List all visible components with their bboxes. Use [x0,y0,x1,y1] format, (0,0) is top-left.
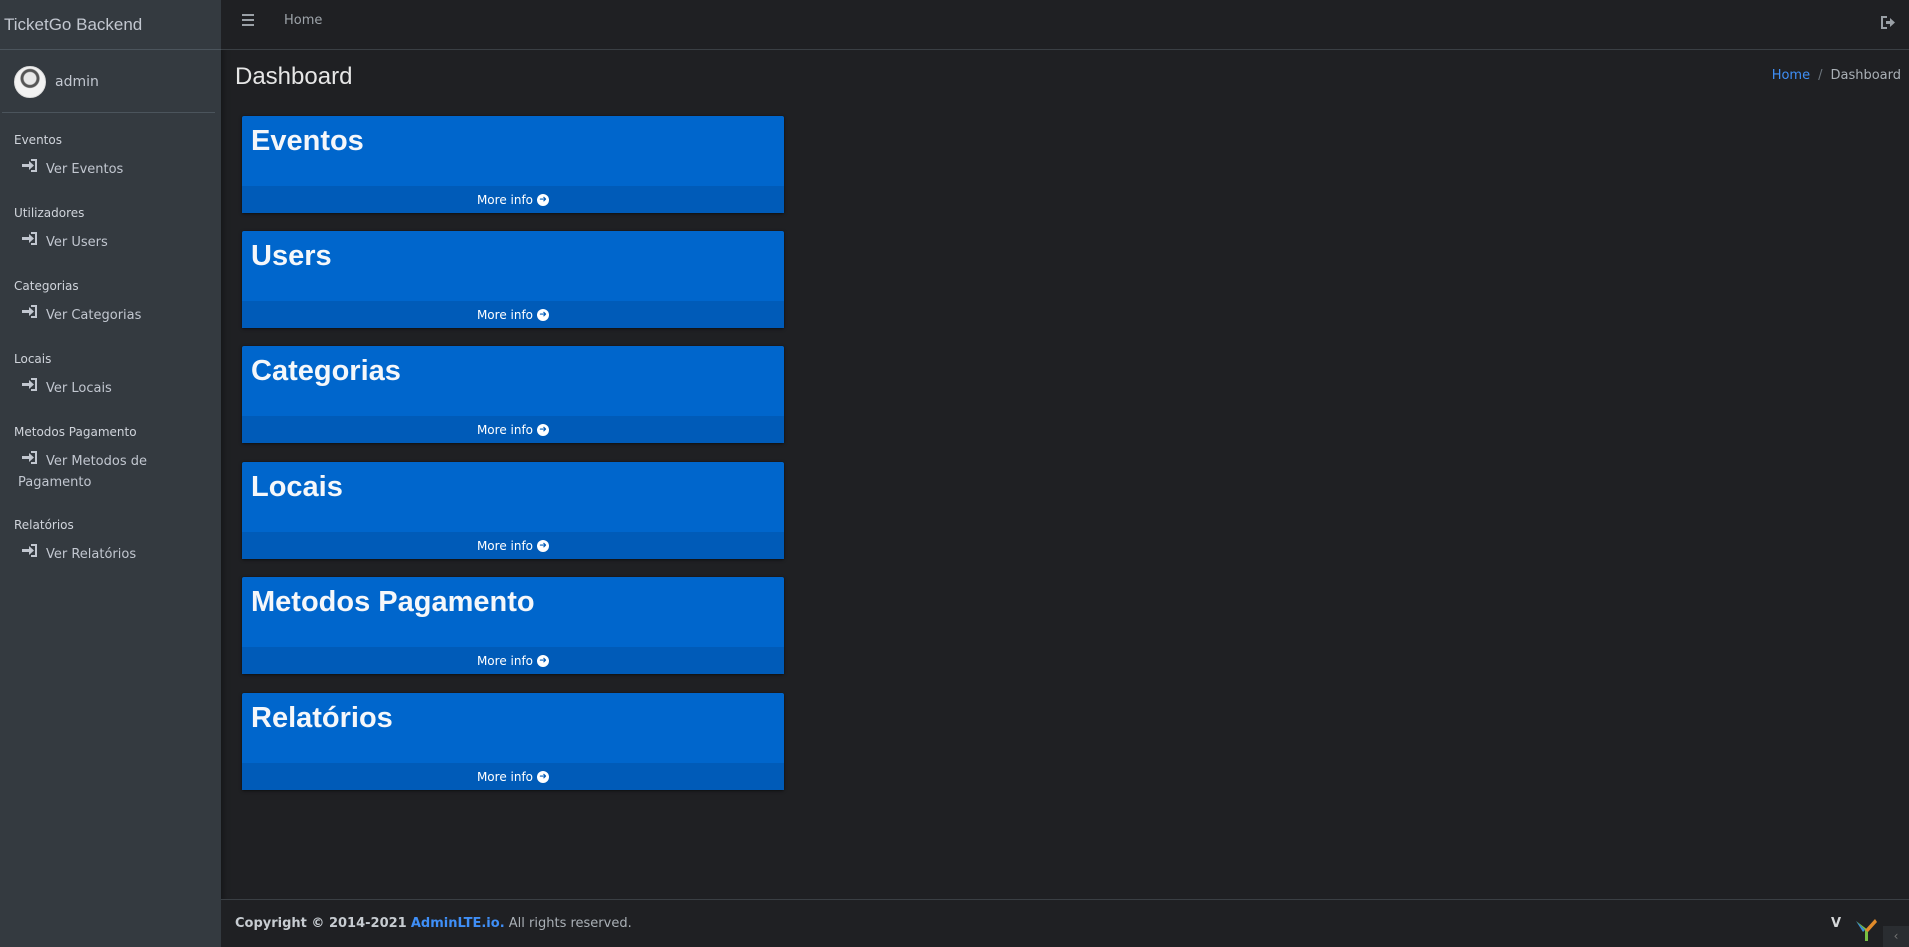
sign-out-icon[interactable] [1881,14,1895,29]
user-name: admin [55,74,99,90]
brand-title: TicketGo Backend [4,14,143,34]
chevron-left-icon[interactable]: ‹ [1883,926,1909,947]
more-info-label: More info [476,538,534,553]
more-info-link[interactable]: More info ➜ [242,301,784,328]
card-locais: Locais More info ➜ [242,462,784,559]
sidebar-item-label-cont: Pagamento [18,475,92,490]
arrow-circle-right-icon: ➜ [537,654,550,667]
more-info-link[interactable]: More info ➜ [242,532,784,559]
card-users: Users More info ➜ [242,231,784,328]
sign-in-icon [22,159,42,177]
card-relatorios: Relatórios More info ➜ [242,693,784,790]
card-categorias: Categorias More info ➜ [242,346,784,443]
nav-header-relatorios: Relatórios [14,518,74,532]
copyright: Copyright © 2014-2021 AdminLTE.io. All r… [235,916,632,931]
sign-in-icon [22,544,42,562]
top-nav-home-link[interactable]: Home [284,13,322,28]
user-panel[interactable]: admin [2,52,215,113]
card-title: Locais [251,471,343,503]
hamburger-icon[interactable] [242,14,254,26]
sidebar: TicketGo Backend admin Eventos Ver Event… [0,0,221,947]
more-info-label: More info [476,192,534,207]
yii-logo-icon[interactable] [1853,917,1879,943]
card-eventos: Eventos More info ➜ [242,116,784,213]
breadcrumb-separator: / [1818,68,1823,83]
copyright-prefix: Copyright © 2014-2021 [235,916,407,931]
page-title: Dashboard [235,63,353,90]
sidebar-item-ver-locais[interactable]: Ver Locais [0,378,221,399]
nav-header-utilizadores: Utilizadores [14,206,85,220]
card-title: Relatórios [251,702,393,734]
more-info-link[interactable]: More info ➜ [242,647,784,674]
sidebar-item-ver-users[interactable]: Ver Users [0,232,221,253]
more-info-label: More info [476,307,534,322]
sidebar-item-label: Ver Metodos de [46,454,147,469]
sidebar-item-label: Ver Users [46,235,108,250]
sidebar-item-ver-metodos-pagamento[interactable]: Ver Metodos de Pagamento [0,451,221,493]
more-info-link[interactable]: More info ➜ [242,186,784,213]
avatar [14,66,46,98]
sidebar-item-label: Ver Relatórios [46,547,137,562]
sidebar-item-label: Ver Eventos [46,162,124,177]
nav-group-eventos: Eventos Ver Eventos [0,133,221,180]
sign-in-icon [22,378,42,396]
arrow-circle-right-icon: ➜ [537,423,550,436]
version-label: V [1830,916,1841,931]
nav-header-eventos: Eventos [14,133,62,147]
nav-header-metodos-pagamento: Metodos Pagamento [14,425,137,439]
sign-in-icon [22,232,42,250]
rights-text: All rights reserved. [508,916,632,931]
nav-group-categorias: Categorias Ver Categorias [0,279,221,326]
more-info-label: More info [476,769,534,784]
arrow-circle-right-icon: ➜ [537,308,550,321]
arrow-circle-right-icon: ➜ [537,770,550,783]
more-info-link[interactable]: More info ➜ [242,416,784,443]
sign-in-icon [22,451,42,472]
arrow-circle-right-icon: ➜ [537,539,550,552]
nav-header-locais: Locais [14,352,52,366]
nav-header-categorias: Categorias [14,279,79,293]
sidebar-item-ver-eventos[interactable]: Ver Eventos [0,159,221,180]
card-title: Users [251,240,332,272]
sidebar-item-ver-relatorios[interactable]: Ver Relatórios [0,544,221,565]
card-metodos-pagamento: Metodos Pagamento More info ➜ [242,577,784,674]
breadcrumb: Home / Dashboard [1772,68,1901,83]
top-navbar: Home [221,0,1909,50]
more-info-label: More info [476,653,534,668]
sign-in-icon [22,305,42,323]
sidebar-item-label: Ver Locais [46,381,112,396]
card-title: Categorias [251,355,401,387]
page-footer: Copyright © 2014-2021 AdminLTE.io. All r… [221,899,1909,947]
sidebar-item-ver-categorias[interactable]: Ver Categorias [0,305,221,326]
breadcrumb-home-link[interactable]: Home [1772,68,1810,83]
breadcrumb-current: Dashboard [1830,68,1901,83]
sidebar-item-label: Ver Categorias [46,308,142,323]
brand-link[interactable]: TicketGo Backend [0,0,221,50]
more-info-label: More info [476,422,534,437]
arrow-circle-right-icon: ➜ [537,193,550,206]
adminlte-link[interactable]: AdminLTE.io. [411,916,505,931]
more-info-link[interactable]: More info ➜ [242,763,784,790]
card-title: Eventos [251,125,364,157]
nav-group-relatorios: Relatórios Ver Relatórios [0,518,221,565]
nav-group-utilizadores: Utilizadores Ver Users [0,206,221,253]
card-title: Metodos Pagamento [251,586,535,618]
nav-group-locais: Locais Ver Locais [0,352,221,399]
nav-group-metodos-pagamento: Metodos Pagamento Ver Metodos de Pagamen… [0,425,221,493]
